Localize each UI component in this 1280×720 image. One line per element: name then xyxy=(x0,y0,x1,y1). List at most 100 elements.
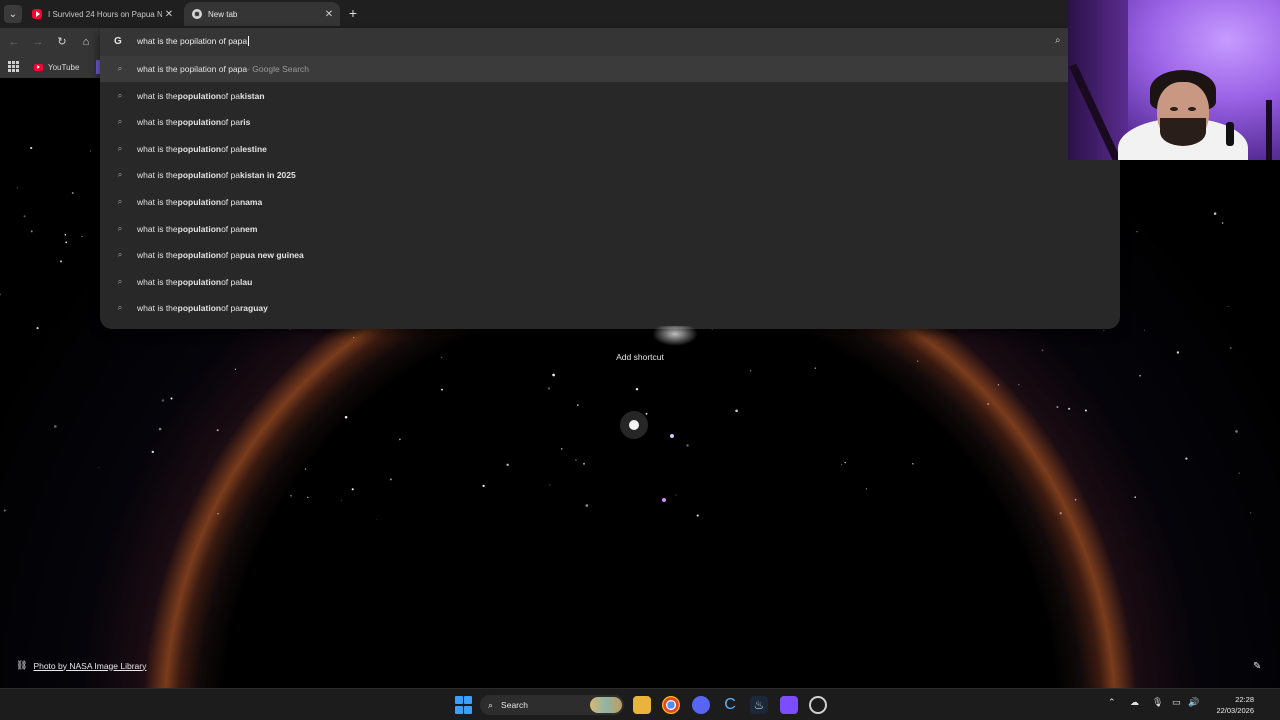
suggestion-text: population xyxy=(177,170,222,181)
suggestion-text: nem xyxy=(239,223,258,234)
omnibox-suggestion[interactable]: ⌕ what is the population of pa nem xyxy=(100,216,1120,242)
home-icon[interactable]: ⌂ xyxy=(78,34,94,50)
suggestion-text: kistan in 2025 xyxy=(239,170,296,181)
suggestion-text: lestine xyxy=(239,143,267,154)
discord-icon[interactable] xyxy=(692,696,710,714)
omnibox-suggestion[interactable]: ⌕ what is the popilation of papa - Google… xyxy=(100,56,1120,82)
windows-start-icon[interactable] xyxy=(455,696,473,714)
search-icon: ⌕ xyxy=(117,276,123,286)
tray-chevron-up-icon[interactable]: ⌃ xyxy=(1108,697,1116,708)
microphone-icon[interactable]: 🎙 xyxy=(1152,697,1163,708)
reload-icon[interactable]: ↻ xyxy=(54,34,70,50)
suggestion-text: of pa xyxy=(221,250,240,261)
tab-new-tab[interactable]: New tab ✕ xyxy=(184,2,340,26)
suggestion-text: raguay xyxy=(239,303,268,314)
suggestion-text: what is the popilation of papa xyxy=(137,64,248,74)
network-icon[interactable]: ▭ xyxy=(1172,697,1181,708)
suggestion-text: population xyxy=(177,303,222,314)
add-shortcut-icon[interactable] xyxy=(652,326,698,346)
suggestion-text: population xyxy=(177,143,222,154)
file-explorer-icon[interactable] xyxy=(633,696,651,714)
google-icon: G xyxy=(114,36,122,47)
bookmark-label: YouTube xyxy=(48,62,80,72)
suggestion-text: population xyxy=(177,276,222,287)
omnibox-suggestion[interactable]: ⌕ what is the population of pa nama xyxy=(100,189,1120,215)
suggestion-text: population xyxy=(177,90,222,101)
suggestion-text: what is the xyxy=(137,90,178,101)
address-bar[interactable]: G what is the popilation of papa ⌕ xyxy=(100,28,1120,56)
suggestion-text: population xyxy=(177,223,222,234)
suggestion-text: ris xyxy=(239,117,251,128)
chrome-taskbar-icon[interactable] xyxy=(662,696,680,714)
search-icon: ⌕ xyxy=(117,143,123,153)
search-icon: ⌕ xyxy=(117,223,123,233)
suggestion-text: of pa xyxy=(221,223,240,234)
search-icon: ⌕ xyxy=(117,197,123,206)
tab-title: New tab xyxy=(208,9,238,19)
omnibox-suggestion[interactable]: ⌕ what is the population of pa raguay xyxy=(100,295,1120,321)
address-input[interactable]: what is the popilation of papa xyxy=(137,36,249,46)
steam-icon[interactable]: ♨ xyxy=(750,696,768,714)
tab-youtube-video[interactable]: I Survived 24 Hours on Papua N ✕ xyxy=(24,2,180,26)
webcam-overlay xyxy=(1068,0,1280,160)
photo-credit-text[interactable]: Photo by NASA Image Library xyxy=(33,661,146,671)
windows-taskbar: ⌕ Search C ♨ ⌃ ☁ 🎙 ▭ 🔊 22:28 22/03/2026 xyxy=(0,688,1280,720)
clock-date: 22/03/2026 xyxy=(1216,706,1254,715)
suggestion-text: of pa xyxy=(221,117,240,128)
search-icon: ⌕ xyxy=(117,90,123,100)
bookmark-youtube[interactable]: YouTube xyxy=(34,59,79,75)
suggestion-text: of pa xyxy=(221,197,240,207)
suggestion-text: population xyxy=(177,197,222,207)
tab-search-button[interactable]: ⌄ xyxy=(4,5,22,23)
search-icon: ⌕ xyxy=(117,170,123,180)
youtube-icon xyxy=(34,63,43,71)
suggestion-text: lau xyxy=(239,276,253,287)
apps-grid-icon[interactable] xyxy=(8,61,19,72)
omnibox-dropdown: G what is the popilation of papa ⌕ ⌕ what… xyxy=(100,28,1120,329)
suggestion-text: of pa xyxy=(221,90,240,101)
suggestion-text: of pa xyxy=(221,276,240,287)
omnibox-suggestion[interactable]: ⌕ what is the population of pa lau xyxy=(100,269,1120,295)
tab-title: I Survived 24 Hours on Papua N xyxy=(48,9,162,19)
close-icon[interactable]: ✕ xyxy=(322,9,336,20)
add-shortcut-label[interactable]: Add shortcut xyxy=(600,352,680,362)
clock-time: 22:28 xyxy=(1235,695,1254,704)
close-icon[interactable]: ✕ xyxy=(162,9,176,20)
forward-icon[interactable]: → xyxy=(30,34,46,50)
suggestion-text: what is the xyxy=(137,170,178,181)
volume-icon[interactable]: 🔊 xyxy=(1188,697,1199,708)
photo-credit-link[interactable]: ⛓ Photo by NASA Image Library xyxy=(16,660,146,671)
back-icon[interactable]: ← xyxy=(6,34,22,50)
omnibox-suggestion[interactable]: ⌕ what is the population of pa pua new gui… xyxy=(100,242,1120,268)
omnibox-suggestion[interactable]: ⌕ what is the population of pa lestine xyxy=(100,136,1120,162)
onedrive-cloud-icon[interactable]: ☁ xyxy=(1130,697,1139,708)
suggestion-text: of pa xyxy=(221,143,240,154)
ccleaner-icon[interactable]: C xyxy=(721,696,739,714)
taskbar-search[interactable]: ⌕ Search xyxy=(480,695,624,715)
omnibox-suggestion[interactable]: ⌕ what is the population of pa ris xyxy=(100,109,1120,135)
lens-search-icon[interactable]: ⌕ xyxy=(1055,35,1061,46)
suggestion-text: population xyxy=(177,250,222,261)
settings-gear-icon[interactable] xyxy=(809,696,827,714)
suggestion-text: what is the xyxy=(137,250,178,261)
customize-pencil-icon[interactable]: ✎ xyxy=(1253,661,1261,672)
suggestion-text: - Google Search xyxy=(247,64,310,74)
suggestion-text: kistan xyxy=(239,90,265,101)
youtube-icon xyxy=(32,9,42,19)
search-icon: ⌕ xyxy=(117,303,123,313)
new-tab-button[interactable]: + xyxy=(346,6,360,20)
suggestion-text: of pa xyxy=(221,303,240,314)
app-grid-purple-icon[interactable] xyxy=(780,696,798,714)
omnibox-suggestion[interactable]: ⌕ what is the population of pa kistan in 2… xyxy=(100,162,1120,188)
suggestion-text: what is the xyxy=(137,223,178,234)
link-icon: ⛓ xyxy=(16,660,28,670)
suggestion-text: of pa xyxy=(221,170,240,181)
suggestion-text: what is the xyxy=(137,276,178,287)
suggestion-text: population xyxy=(177,117,222,128)
suggestion-text: what is the xyxy=(137,117,178,128)
chrome-icon xyxy=(192,9,202,19)
suggestion-text: what is the xyxy=(137,197,178,207)
taskbar-search-label: Search xyxy=(501,700,528,710)
omnibox-suggestion[interactable]: ⌕ what is the population of pa kistan xyxy=(100,83,1120,109)
system-clock[interactable]: 22:28 22/03/2026 xyxy=(1204,694,1254,716)
